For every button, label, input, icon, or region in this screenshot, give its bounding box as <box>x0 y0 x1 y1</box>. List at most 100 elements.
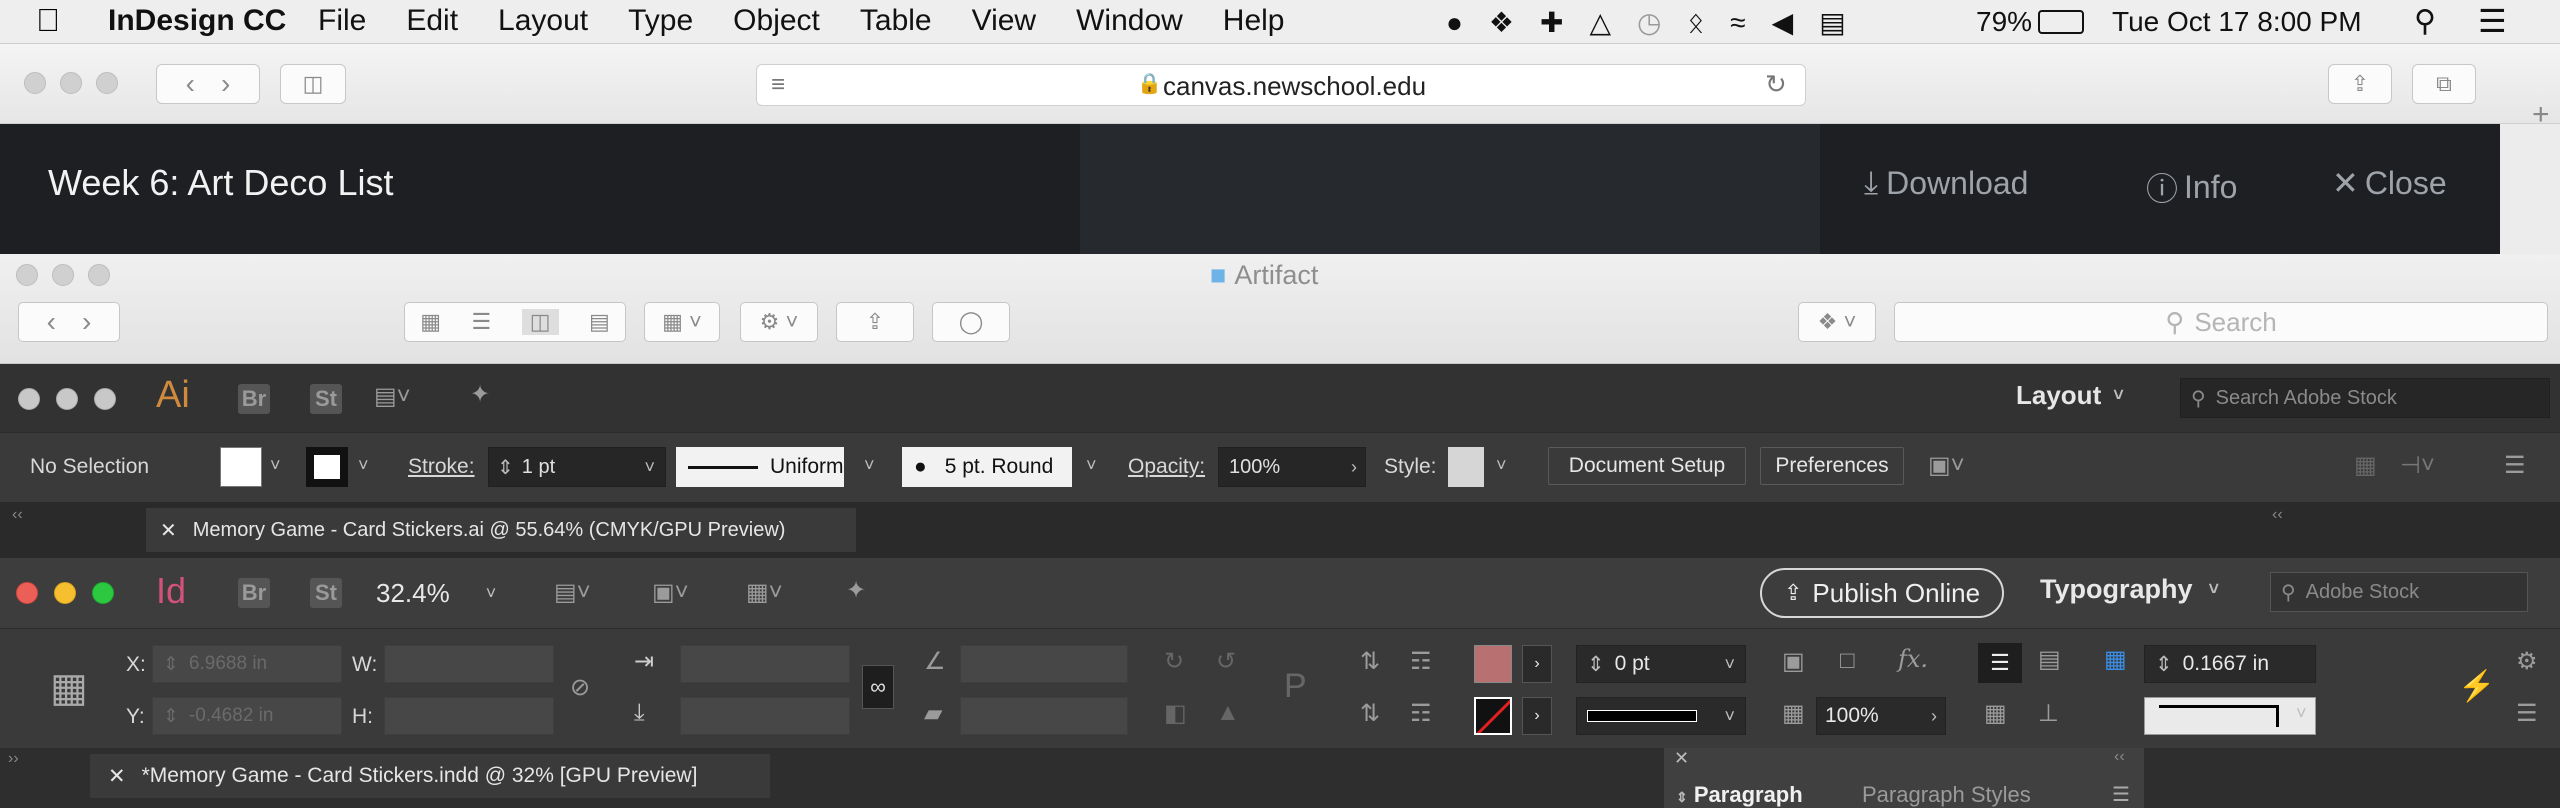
wifi-icon[interactable]: ≈ <box>1730 7 1745 39</box>
menu-edit[interactable]: Edit <box>406 4 458 38</box>
opacity-field[interactable]: 100% › <box>1816 697 1946 735</box>
rotation-field[interactable] <box>960 645 1128 683</box>
info-button[interactable]: ⓘ Info <box>2146 164 2237 210</box>
view-options-icon[interactable]: ▤˅ <box>554 578 591 607</box>
dropbox-toolbar-button[interactable]: ❖ ˅ <box>1798 302 1876 342</box>
volume-icon[interactable]: ◀ <box>1772 6 1794 39</box>
stroke-label[interactable]: Stroke: <box>408 455 475 479</box>
forward-icon[interactable]: › <box>221 68 230 100</box>
id-close-button[interactable] <box>16 582 38 604</box>
x-field[interactable]: ⇕ 6.9688 in <box>152 645 342 683</box>
stroke-more-icon[interactable]: › <box>1522 697 1552 735</box>
gpu-performance-icon[interactable]: ✦ <box>470 380 490 409</box>
width-field[interactable] <box>384 645 554 683</box>
apple-menu-icon[interactable]:  <box>36 2 60 39</box>
keyboard-icon[interactable]: ▤ <box>1819 6 1845 39</box>
tab-paragraph[interactable]: ⇕ Paragraph <box>1676 782 1803 808</box>
bluetooth-icon[interactable]: ᛟ <box>1687 7 1704 39</box>
quick-apply-icon[interactable]: ⚡ <box>2458 669 2495 704</box>
id-panel-menu-icon[interactable]: ☰ <box>2516 699 2538 728</box>
stock-icon[interactable]: St <box>310 384 342 414</box>
finder-minimize-button[interactable] <box>52 264 74 286</box>
preferences-button[interactable]: Preferences <box>1760 447 1904 485</box>
select-similar-icon[interactable]: ▣˅ <box>1928 451 1965 480</box>
arrange-documents-icon[interactable]: ▦˅ <box>746 578 783 607</box>
rotate-ccw-icon[interactable]: ↺ <box>1216 647 1236 676</box>
constrain-proportions-icon[interactable]: ⊘ <box>570 673 590 702</box>
close-window-button[interactable] <box>24 72 46 94</box>
cover-flow-icon[interactable]: ▤ <box>589 309 610 335</box>
shear-field[interactable] <box>960 697 1128 735</box>
collapse-right-icon[interactable]: ‹‹ <box>2272 506 2283 524</box>
ai-workspace-switcher[interactable]: Layout ˅ <box>2016 380 2124 411</box>
evernote-icon[interactable]: ● <box>1446 7 1463 39</box>
id-minimize-button[interactable] <box>54 582 76 604</box>
brush-definition[interactable]: ● 5 pt. Round <box>902 447 1072 487</box>
fill-swatch[interactable] <box>1474 645 1512 683</box>
opacity-field[interactable]: 100% › <box>1218 447 1366 487</box>
finder-forward-icon[interactable]: › <box>82 306 91 338</box>
select-container-icon[interactable]: ⇅ <box>1360 647 1380 676</box>
fill-swatch[interactable] <box>220 447 262 487</box>
stroke-swatch[interactable] <box>306 447 348 487</box>
battery-percent[interactable]: 79% <box>1976 6 2032 38</box>
id-zoom-button[interactable] <box>92 582 114 604</box>
clock[interactable]: Tue Oct 17 8:00 PM <box>2112 6 2362 38</box>
stroke-weight-field[interactable]: ⇕ 0 pt ˅ <box>1576 645 1746 683</box>
share-button[interactable]: ⇪ <box>2328 64 2392 104</box>
finder-close-button[interactable] <box>16 264 38 286</box>
height-field[interactable] <box>384 697 554 735</box>
app-menu[interactable]: InDesign CC <box>108 4 286 38</box>
ai-minimize-button[interactable] <box>56 388 78 410</box>
select-previous-icon[interactable]: ⇅ <box>1360 699 1380 728</box>
bridge-icon[interactable]: Br <box>238 384 270 414</box>
stroke-alignment-icon[interactable]: ▣ <box>1782 647 1805 676</box>
stroke-type-dropdown[interactable]: ˅ <box>1576 697 1746 735</box>
time-machine-icon[interactable]: ◷ <box>1637 6 1661 39</box>
flip-vertical-icon[interactable]: ▲ <box>1216 699 1240 727</box>
id-stock-search[interactable]: ⚲ Adobe Stock <box>2270 572 2528 612</box>
finder-share-button[interactable]: ⇪ <box>836 302 914 342</box>
close-tab-icon[interactable]: ✕ <box>108 764 126 789</box>
id-gpu-performance-icon[interactable]: ✦ <box>846 576 866 605</box>
spotlight-icon[interactable]: ⚲ <box>2414 4 2436 39</box>
screen-mode-icon[interactable]: ▣˅ <box>652 578 689 607</box>
corner-options[interactable] <box>2144 697 2316 735</box>
zoom-window-button[interactable] <box>96 72 118 94</box>
sidebar-button[interactable]: ◫ <box>280 64 346 104</box>
opacity-label[interactable]: Opacity: <box>1128 455 1205 479</box>
reader-icon[interactable]: ≡ <box>771 71 785 99</box>
collapse-left-icon[interactable]: ‹‹ <box>12 506 23 524</box>
scale-y-field[interactable] <box>680 697 850 735</box>
text-wrap-icon[interactable]: ▤ <box>2038 645 2061 674</box>
distribute-icon[interactable]: ⊣˅ <box>2400 451 2435 480</box>
menu-window[interactable]: Window <box>1076 4 1183 38</box>
arrange-documents-icon[interactable]: ▤˅ <box>374 382 411 411</box>
publish-online-button[interactable]: ⇪ Publish Online <box>1760 568 2004 618</box>
download-button[interactable]: ⤓ Download <box>1864 164 2028 202</box>
gutter-field[interactable]: ⇕ 0.1667 in <box>2144 645 2316 683</box>
y-field[interactable]: ⇕ -0.4682 in <box>152 697 342 735</box>
minimize-window-button[interactable] <box>60 72 82 94</box>
id-collapse-left-icon[interactable]: ›› <box>8 750 19 768</box>
profile-dropdown-icon[interactable]: ˅ <box>864 455 875 476</box>
back-icon[interactable]: ‹ <box>186 68 195 100</box>
panel-menu-icon[interactable]: ☰ <box>2504 451 2526 480</box>
id-document-tab[interactable]: ✕ *Memory Game - Card Stickers.indd @ 32… <box>90 754 770 798</box>
icon-view-icon[interactable]: ▦ <box>420 309 441 335</box>
notification-center-icon[interactable]: ☰ <box>2478 2 2507 40</box>
document-setup-button[interactable]: Document Setup <box>1548 447 1746 485</box>
corner-dropdown-icon[interactable]: ˅ <box>2296 703 2307 724</box>
menu-type[interactable]: Type <box>628 4 693 38</box>
stroke-none-swatch[interactable] <box>1474 697 1512 735</box>
paragraph-panel-menu-icon[interactable]: ☰ <box>2112 782 2130 807</box>
panel-collapse-icon[interactable]: ‹‹ <box>2114 748 2125 766</box>
menu-view[interactable]: View <box>972 4 1036 38</box>
graphic-style-swatch[interactable] <box>1448 447 1484 487</box>
address-bar[interactable]: ≡ 🔒 canvas.newschool.edu ↻ <box>756 64 1806 106</box>
plus-app-icon[interactable]: ✚ <box>1540 6 1563 39</box>
stepper-icon[interactable]: ⇕ <box>497 455 514 480</box>
zoom-level-dropdown[interactable]: 32.4% ˅ <box>376 578 496 609</box>
airplay-icon[interactable]: △ <box>1590 6 1612 39</box>
reload-icon[interactable]: ↻ <box>1765 69 1787 100</box>
